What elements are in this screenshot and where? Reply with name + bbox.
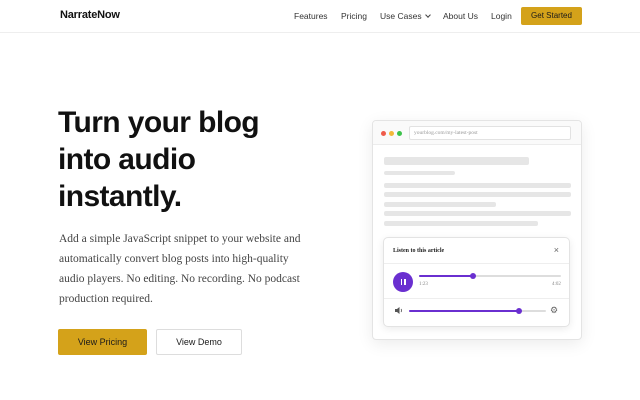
current-time: 1:23 <box>419 282 428 287</box>
view-demo-button[interactable]: View Demo <box>156 329 242 355</box>
placeholder-text-line <box>384 192 571 197</box>
hero-title: Turn your blog into audio instantly. <box>58 104 318 215</box>
pause-button[interactable] <box>393 272 413 292</box>
nav-link-pricing[interactable]: Pricing <box>341 11 367 21</box>
logo[interactable]: NarrateNow <box>60 9 120 21</box>
progress-fill <box>419 275 473 277</box>
placeholder-text-line <box>384 211 571 216</box>
nav-link-use-cases-label: Use Cases <box>380 11 422 21</box>
placeholder-text-line <box>384 202 496 207</box>
placeholder-text-line <box>384 183 571 188</box>
window-maximize-dot <box>397 131 402 136</box>
volume-handle[interactable] <box>515 308 522 314</box>
placeholder-heading <box>384 157 529 165</box>
browser-toolbar: yourblog.com/my-latest-post <box>373 121 581 145</box>
chevron-down-icon <box>424 12 431 18</box>
player-title: Listen to this article <box>393 248 445 254</box>
gear-icon[interactable]: ⚙ <box>550 306 558 315</box>
nav-link-features[interactable]: Features <box>294 11 328 21</box>
progress-slider[interactable] <box>419 273 561 279</box>
pause-icon <box>400 279 402 285</box>
placeholder-subheading <box>384 171 455 175</box>
view-pricing-button[interactable]: View Pricing <box>58 329 147 355</box>
audio-player-card: Listen to this article × 1:23 4:02 ⚙ <box>383 237 570 327</box>
nav-link-use-cases[interactable]: Use Cases <box>380 11 431 21</box>
window-close-dot <box>381 131 386 136</box>
duration: 4:02 <box>552 282 561 287</box>
volume-icon[interactable] <box>394 306 404 315</box>
divider <box>384 263 569 264</box>
hero-title-line: Turn your blog <box>58 106 260 139</box>
top-nav: NarrateNow Features Pricing Use Cases Ab… <box>0 0 640 33</box>
placeholder-text-line <box>384 221 538 226</box>
url-bar: yourblog.com/my-latest-post <box>409 126 571 140</box>
divider <box>384 298 569 299</box>
hero-title-line: instantly. <box>58 180 182 213</box>
volume-slider[interactable] <box>409 308 546 314</box>
window-minimize-dot <box>389 131 394 136</box>
hero-description: Add a simple JavaScript snippet to your … <box>59 233 301 305</box>
pause-icon <box>404 279 406 285</box>
progress-handle[interactable] <box>469 273 476 279</box>
nav-link-about-us[interactable]: About Us <box>443 11 478 21</box>
volume-fill <box>409 310 519 312</box>
close-icon[interactable]: × <box>554 245 559 255</box>
get-started-button[interactable]: Get Started <box>521 7 582 25</box>
nav-link-login[interactable]: Login <box>491 11 512 21</box>
hero-title-line: into audio <box>58 143 196 176</box>
